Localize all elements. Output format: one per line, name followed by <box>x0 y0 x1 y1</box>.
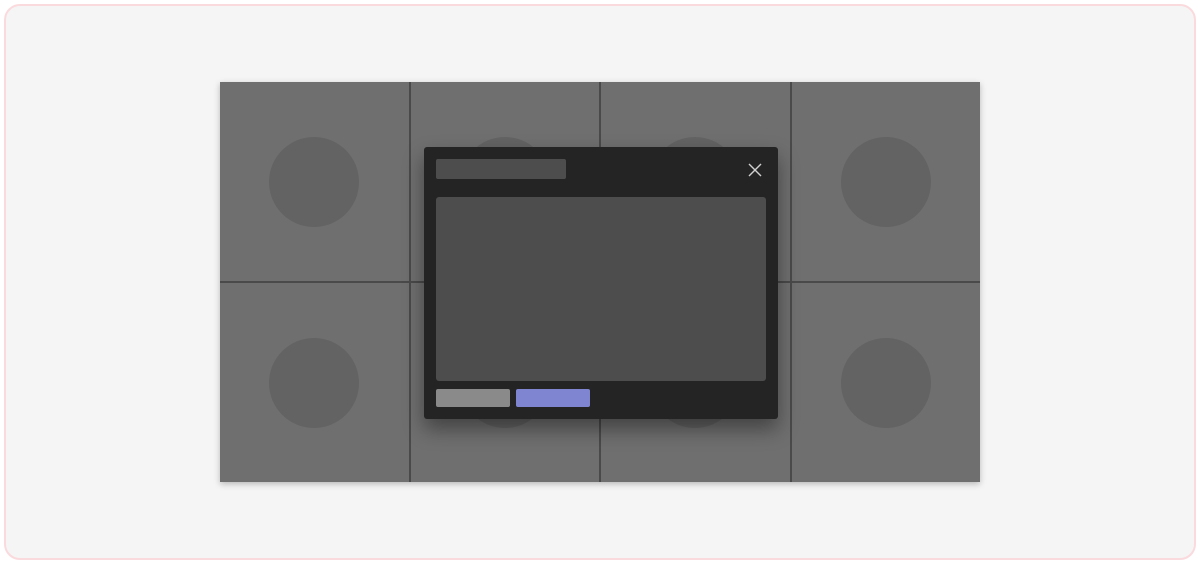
modal-dialog <box>424 147 778 419</box>
avatar <box>841 137 931 227</box>
avatar <box>841 338 931 428</box>
dialog-header <box>436 159 766 193</box>
secondary-button[interactable] <box>436 389 510 407</box>
participant-tile[interactable] <box>792 82 981 281</box>
participant-tile[interactable] <box>220 283 409 482</box>
participant-tile[interactable] <box>220 82 409 281</box>
dialog-footer <box>436 381 766 407</box>
close-icon <box>747 162 763 178</box>
dialog-title <box>436 159 566 179</box>
avatar <box>269 338 359 428</box>
close-button[interactable] <box>744 159 766 181</box>
primary-button[interactable] <box>516 389 590 407</box>
avatar <box>269 137 359 227</box>
outer-card <box>4 4 1196 560</box>
app-window <box>220 82 980 482</box>
participant-tile[interactable] <box>792 283 981 482</box>
dialog-body <box>436 197 766 381</box>
